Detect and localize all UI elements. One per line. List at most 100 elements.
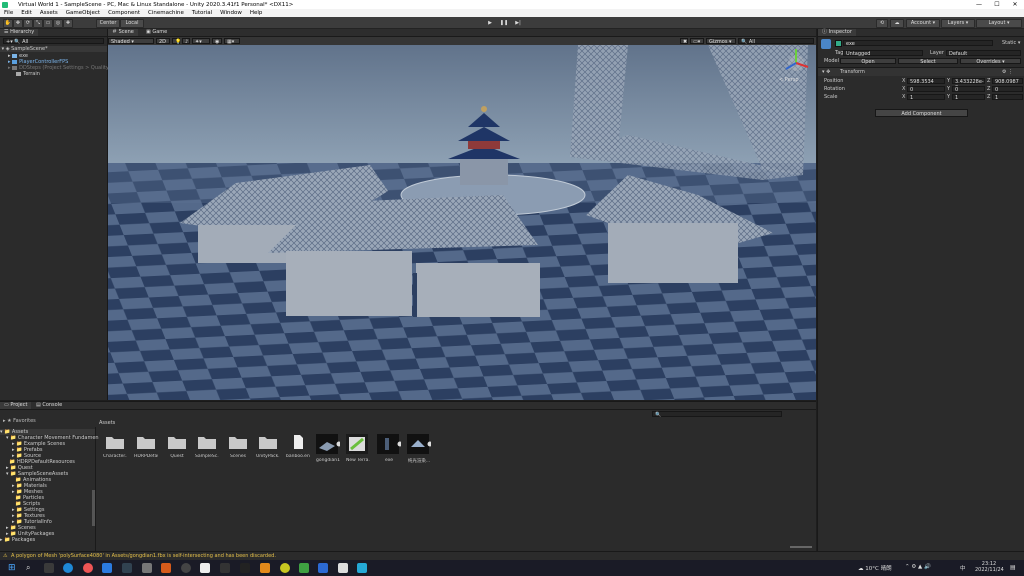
tag-dropdown[interactable]: Untagged <box>843 50 923 57</box>
custom-tool-button[interactable]: ✚ <box>63 19 73 28</box>
project-search-input[interactable]: 🔍 <box>652 411 782 418</box>
step-button[interactable]: ▶| <box>512 19 524 28</box>
scale-z-field[interactable]: 1 <box>992 94 1023 101</box>
tools-icon[interactable]: ✖ <box>680 38 688 45</box>
position-y-field[interactable]: 3.433228e-0 <box>952 78 985 91</box>
rotation-x-field[interactable]: 0 <box>907 86 945 93</box>
browser-icon[interactable] <box>260 563 270 573</box>
move-tool-button[interactable]: ✥ <box>13 19 23 28</box>
transform-menu-icon[interactable]: ⚙ ⋮ <box>1002 69 1013 75</box>
select-model-button[interactable]: Select <box>898 58 958 65</box>
active-checkbox[interactable] <box>835 40 842 47</box>
maximize-button[interactable]: ☐ <box>988 1 1006 8</box>
scale-x-field[interactable]: 1 <box>907 94 945 101</box>
rotate-tool-button[interactable]: ⟳ <box>23 19 33 28</box>
asset-folder-unitypackages[interactable]: UnityPack... <box>256 434 280 459</box>
tab-hierarchy[interactable]: ☰ Hierarchy <box>0 29 39 36</box>
store-icon[interactable] <box>102 563 112 573</box>
app-yellow-icon[interactable] <box>280 563 290 573</box>
asset-folder-scenes[interactable]: Scenes <box>226 434 250 459</box>
lighting-toggle[interactable]: 💡 <box>172 38 181 45</box>
hierarchy-item-terrain[interactable]: Terrain <box>16 71 40 77</box>
status-message[interactable]: A polygon of Mesh 'polySurface4080' in A… <box>11 553 276 559</box>
unity-hub-icon[interactable] <box>142 563 152 573</box>
favorites-header[interactable]: ▸ ★ Favorites <box>3 418 36 424</box>
rect-tool-button[interactable]: ▭ <box>43 19 53 28</box>
tree-scrollbar[interactable] <box>92 490 95 526</box>
scale-y-field[interactable]: 1 <box>952 94 985 101</box>
account-dropdown[interactable]: Account ▾ <box>906 19 940 28</box>
collab-icon[interactable]: ⟲ <box>876 19 888 28</box>
overrides-dropdown[interactable]: Overrides ▾ <box>960 58 1021 65</box>
notification-icon[interactable]: ▤ <box>1010 564 1016 571</box>
asset-model-render[interactable]: 纯光渲染... <box>407 434 433 464</box>
tab-inspector[interactable]: ⓘ Inspector <box>818 29 856 36</box>
tab-console[interactable]: ▤ Console <box>32 402 67 409</box>
hidden-objects-toggle[interactable]: ◉ <box>212 38 222 45</box>
rotation-y-field[interactable]: 0 <box>952 86 985 93</box>
edge-icon[interactable] <box>63 563 73 573</box>
layer-dropdown[interactable]: Default <box>946 50 1021 57</box>
position-x-field[interactable]: 598.3534 <box>907 78 945 85</box>
obs-icon[interactable] <box>181 563 191 573</box>
menu-edit[interactable]: Edit <box>17 10 36 16</box>
gizmos-dropdown[interactable]: Gizmos ▾ <box>706 38 736 45</box>
play-button[interactable]: ▶ <box>484 19 496 28</box>
asset-file-banboo[interactable]: banboo.eng... <box>286 434 310 459</box>
terminal-icon[interactable] <box>220 563 230 573</box>
asset-folder-character[interactable]: Character... <box>103 434 127 459</box>
hierarchy-item-scene[interactable]: ▾ ◈ SampleScene* <box>0 46 107 52</box>
tree-packages[interactable]: ▸ 📁 Packages <box>0 537 35 543</box>
position-z-field[interactable]: 908.0987 <box>992 78 1023 85</box>
audio-toggle[interactable]: ♪ <box>182 38 190 45</box>
tab-scene[interactable]: ＃ Scene <box>108 29 138 36</box>
object-name-input[interactable]: exe <box>843 40 993 47</box>
persp-label[interactable]: < Persp <box>779 77 799 83</box>
scene-search-input[interactable]: 🔍 All <box>738 38 814 45</box>
word-icon[interactable] <box>318 563 328 573</box>
asset-model-exe[interactable]: exe <box>377 434 403 463</box>
thumbnail-size-slider[interactable] <box>790 546 812 548</box>
scene-viewport[interactable]: < Persp <box>108 45 816 400</box>
unity-editor-icon[interactable] <box>161 563 171 573</box>
pivot-center-button[interactable]: Center <box>96 19 120 28</box>
open-model-button[interactable]: Open <box>840 58 896 65</box>
rotation-z-field[interactable]: 0 <box>992 86 1023 93</box>
tray-icons[interactable]: ⌃ ⚙ ▲ 🔊 <box>905 564 931 570</box>
search-icon[interactable]: ⌕ <box>26 563 36 573</box>
windows-start-icon[interactable]: ⊞ <box>8 563 18 573</box>
menu-assets[interactable]: Assets <box>36 10 62 16</box>
effects-dropdown[interactable]: ✦▾ <box>192 38 210 45</box>
scale-tool-button[interactable]: ⤡ <box>33 19 43 28</box>
layout-dropdown[interactable]: Layout ▾ <box>976 19 1022 28</box>
menu-tutorial[interactable]: Tutorial <box>188 10 216 16</box>
grid-toggle[interactable]: ▦▾ <box>224 38 240 45</box>
static-toggle[interactable]: Static ▾ <box>1002 40 1020 46</box>
weather-widget[interactable]: ☁ 10°C 晴朗 <box>858 564 892 572</box>
menu-component[interactable]: Component <box>104 10 144 16</box>
photoshop-icon[interactable] <box>122 563 132 573</box>
input-language[interactable]: 中 <box>960 564 966 572</box>
asset-folder-quest[interactable]: Quest <box>165 434 189 459</box>
hierarchy-search-input[interactable]: +▾ 🔍 All <box>3 38 104 45</box>
wechat-icon[interactable] <box>299 563 309 573</box>
shading-mode-dropdown[interactable]: Shaded ▾ <box>108 38 154 45</box>
tab-game[interactable]: ▣ Game <box>142 29 172 36</box>
camera-dropdown[interactable]: ▭▾ <box>690 38 704 45</box>
minimize-button[interactable]: — <box>970 1 988 8</box>
asset-folder-hdrp[interactable]: HDRPDefau... <box>134 434 158 459</box>
layers-dropdown[interactable]: Layers ▾ <box>941 19 975 28</box>
chrome-icon[interactable] <box>83 563 93 573</box>
asset-folder-samplescene[interactable]: SampleSc... <box>195 434 219 459</box>
pause-button[interactable]: ❚❚ <box>498 19 510 28</box>
close-button[interactable]: ✕ <box>1006 1 1024 8</box>
2d-toggle[interactable]: 2D <box>156 38 170 45</box>
hand-tool-button[interactable]: ✋ <box>3 19 13 28</box>
media-icon[interactable] <box>357 563 367 573</box>
asset-model-gongdian1[interactable]: gongdian1 <box>316 434 342 463</box>
tab-project[interactable]: ▭ Project <box>0 402 32 409</box>
add-component-button[interactable]: Add Component <box>875 109 968 117</box>
transform-header[interactable]: ▾ ✥ Transform ⚙ ⋮ <box>818 67 1024 76</box>
pivot-local-button[interactable]: Local <box>120 19 144 28</box>
asset-terrain[interactable]: New Terra... <box>346 434 370 463</box>
